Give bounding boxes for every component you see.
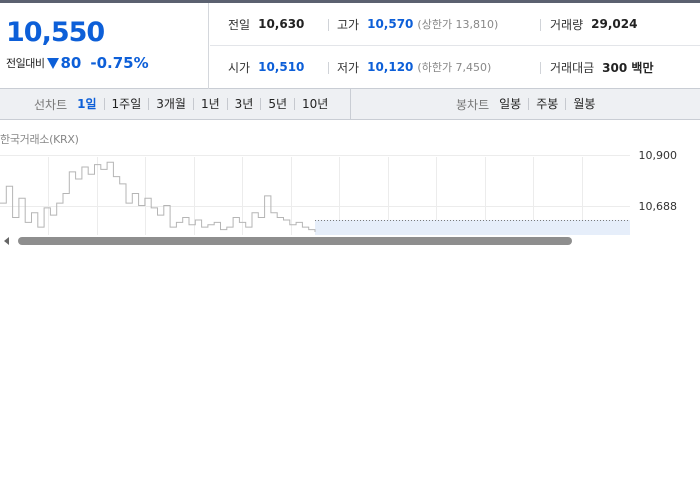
tab-3-months[interactable]: 3개월 (148, 98, 193, 110)
change-rate: -0.75% (90, 54, 149, 72)
future-range-band (315, 219, 630, 235)
line-chart-tabs: 선차트 1일 1주일 3개월 1년 3년 5년 10년 (34, 89, 335, 119)
down-triangle-icon (47, 57, 60, 69)
chart-period-tabbar: 선차트 1일 1주일 3개월 1년 3년 5년 10년 봉차트 일봉 주봉 월봉 (0, 89, 700, 120)
open-value: 10,510 (258, 60, 305, 74)
tab-5-years[interactable]: 5년 (260, 98, 294, 110)
price-series-line (0, 161, 316, 232)
trade-value-cell: 거래대금 300 백만 (550, 58, 653, 76)
volume-value: 29,024 (591, 17, 638, 31)
divider (540, 19, 541, 31)
tab-monthly-candle[interactable]: 월봉 (565, 98, 602, 110)
price-line-chart: 10,900 10,688 (0, 149, 678, 235)
y-tick-label: 10,688 (639, 200, 678, 213)
divider (328, 19, 329, 31)
divider (328, 62, 329, 74)
tab-weekly-candle[interactable]: 주봉 (528, 98, 565, 110)
prev-close-label: 전일 (228, 17, 251, 32)
low-label: 저가 (337, 60, 360, 75)
candle-chart-tabs: 봉차트 일봉 주봉 월봉 (456, 89, 602, 119)
volume-cell: 거래량 29,024 (550, 15, 637, 33)
trade-value: 300 백만 (602, 60, 654, 75)
tab-divider (350, 89, 351, 119)
volume-label: 거래량 (550, 17, 584, 32)
open-label: 시가 (228, 60, 251, 75)
tab-1-week[interactable]: 1주일 (103, 98, 149, 110)
upper-limit: (상한가 13,810) (417, 18, 499, 31)
line-chart-label: 선차트 (34, 97, 68, 112)
market-label: 한국거래소(KRX) (0, 133, 79, 146)
price-summary: 10,550 전일대비 80 -0.75% 전일 10,630 고가 10,57… (0, 3, 700, 89)
tab-3-years[interactable]: 3년 (226, 98, 261, 110)
prev-close-value: 10,630 (258, 17, 305, 31)
scroll-left-arrow-icon[interactable] (4, 237, 9, 245)
y-tick-label: 10,900 (639, 149, 678, 162)
current-price-panel: 10,550 전일대비 80 -0.75% (0, 3, 209, 89)
chart-area: 10,900 10,688 한국거래소(KRX) (0, 121, 700, 235)
scroll-thumb[interactable] (18, 237, 572, 245)
high-value: 10,570 (367, 17, 414, 31)
high-label: 고가 (337, 17, 360, 32)
trade-value-label: 거래대금 (550, 60, 595, 75)
divider (540, 62, 541, 74)
tab-daily-candle[interactable]: 일봉 (499, 98, 528, 110)
quote-info-row-1: 전일 10,630 고가 10,570 (상한가 13,810) 거래량 29,… (210, 3, 700, 46)
change-row: 전일대비 80 -0.75% (6, 54, 149, 72)
change-value: 80 (60, 54, 82, 72)
low-value: 10,120 (367, 60, 414, 74)
low-cell: 저가 10,120 (하한가 7,450) (337, 58, 491, 76)
change-label: 전일대비 (6, 57, 45, 70)
current-price: 10,550 (6, 17, 105, 48)
open-cell: 시가 10,510 (228, 58, 304, 76)
horizontal-scrollbar[interactable] (0, 235, 700, 247)
tab-1-day[interactable]: 1일 (77, 98, 103, 110)
quote-info-grid: 전일 10,630 고가 10,570 (상한가 13,810) 거래량 29,… (210, 3, 700, 89)
lower-limit: (하한가 7,450) (417, 61, 492, 74)
tab-1-year[interactable]: 1년 (192, 98, 227, 110)
tab-10-years[interactable]: 10년 (294, 98, 335, 110)
quote-info-row-2: 시가 10,510 저가 10,120 (하한가 7,450) 거래대금 300… (210, 46, 700, 89)
high-cell: 고가 10,570 (상한가 13,810) (337, 15, 498, 33)
prev-close-cell: 전일 10,630 (228, 15, 304, 33)
candle-chart-label: 봉차트 (456, 97, 490, 112)
